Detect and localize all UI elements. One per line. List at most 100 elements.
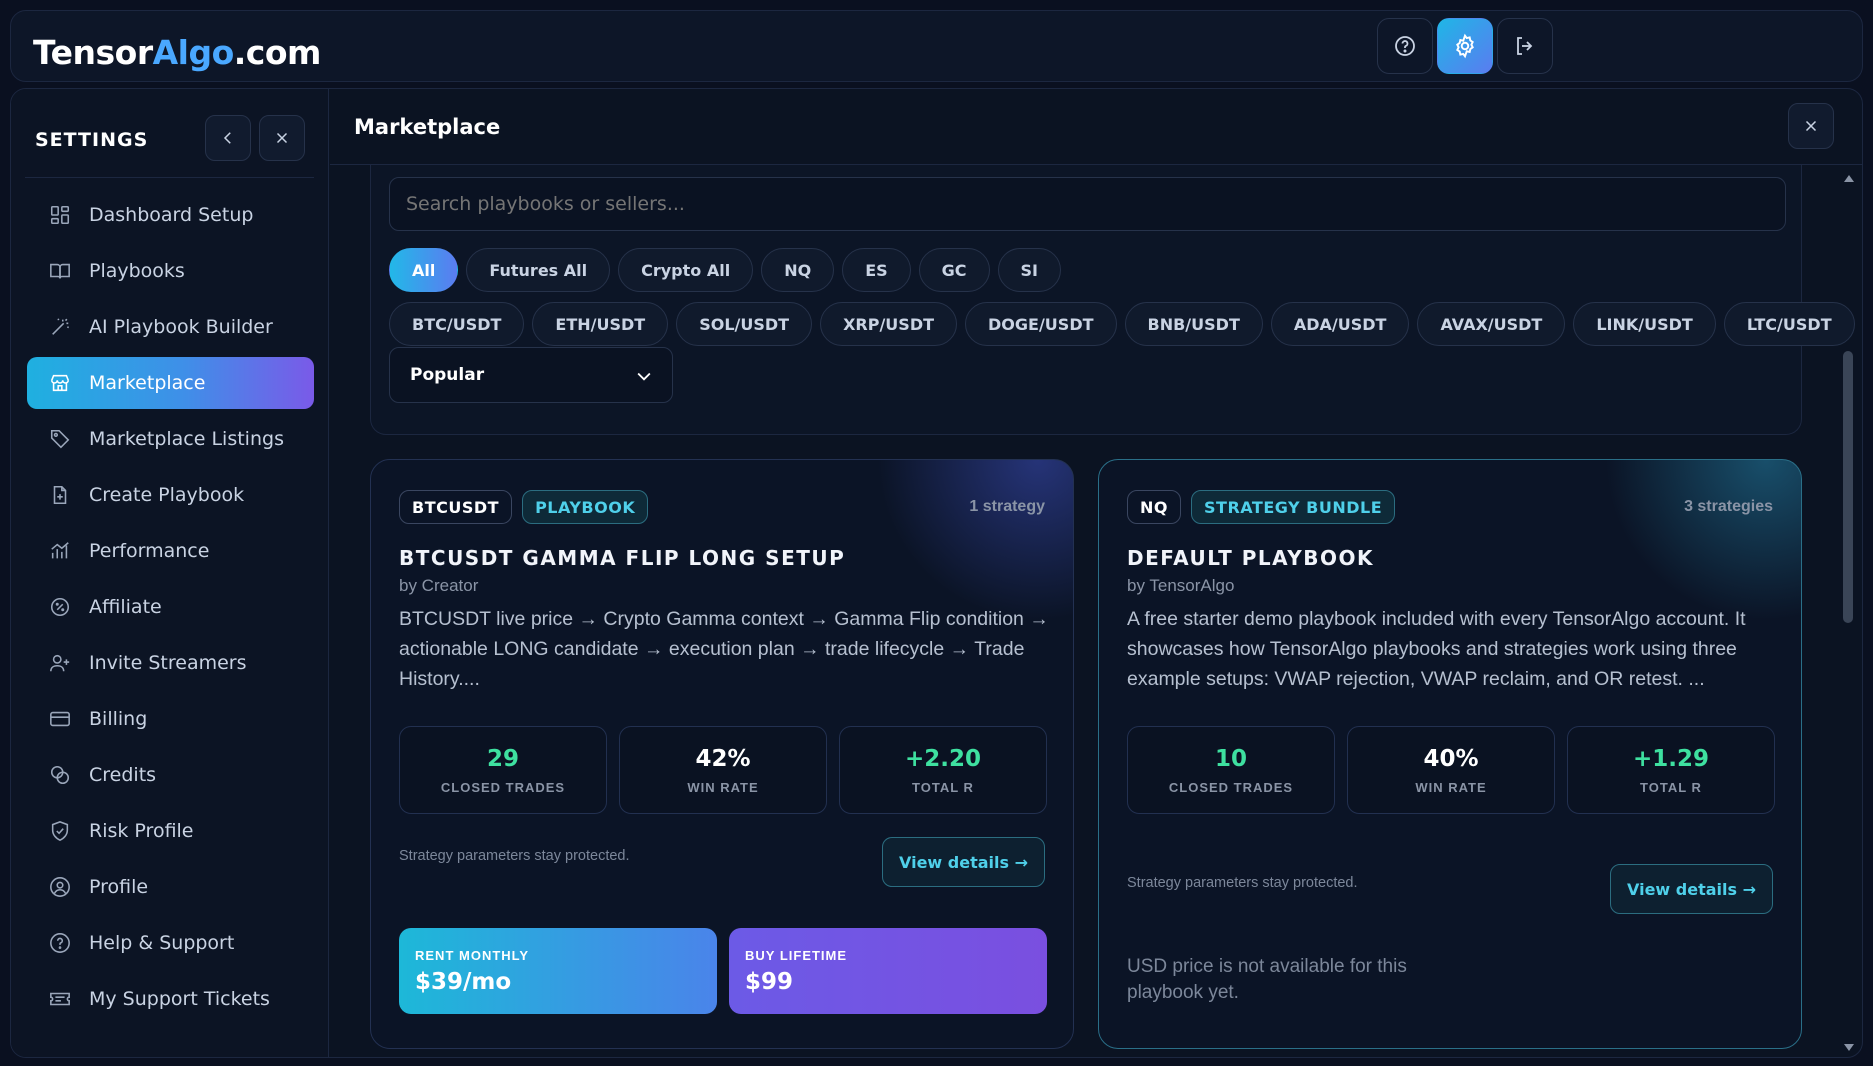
chip-all[interactable]: All [389,248,459,292]
kind-badge: PLAYBOOK [522,490,649,524]
card-stats: 10 CLOSED TRADES 40% WIN RATE +1.29 TOTA… [1127,726,1775,814]
scroll-down-icon [1844,1044,1854,1051]
chip-si[interactable]: SI [997,248,1061,292]
chip-bnb-usdt[interactable]: BNB/USDT [1124,302,1263,346]
chip-sol-usdt[interactable]: SOL/USDT [676,302,813,346]
sidebar-item-label: Invite Streamers [89,652,247,674]
shield-icon [47,818,73,844]
sidebar-item-label: AI Playbook Builder [89,316,273,338]
sidebar-item-label: Create Playbook [89,484,245,506]
card-description: A free starter demo playbook included wi… [1127,608,1746,690]
stat-closed-trades: 10 CLOSED TRADES [1127,726,1335,814]
book-icon [47,258,73,284]
sidebar-item-performance[interactable]: Performance [27,525,314,577]
chip-ada-usdt[interactable]: ADA/USDT [1270,302,1410,346]
question-circle-icon [1395,36,1415,56]
sidebar-item-playbooks[interactable]: Playbooks [27,245,314,297]
sidebar-item-risk-profile[interactable]: Risk Profile [27,805,314,857]
coins-icon [47,762,73,788]
brand-part-com: .com [233,33,322,72]
sidebar-item-label: Marketplace Listings [89,428,284,450]
sidebar-item-ai-playbook-builder[interactable]: AI Playbook Builder [27,301,314,353]
pair-chips: BTC/USDT ETH/USDT SOL/USDT XRP/USDT DOGE… [389,302,1855,346]
stat-value: 10 [1214,745,1247,772]
chip-eth-usdt[interactable]: ETH/USDT [532,302,669,346]
rent-monthly-button[interactable]: RENT MONTHLY $39/mo [399,928,717,1014]
chip-nq[interactable]: NQ [761,248,835,292]
page-title: Marketplace [354,115,501,139]
card-icon [47,706,73,732]
sidebar-item-invite-streamers[interactable]: Invite Streamers [27,637,314,689]
sidebar-item-label: Billing [89,708,148,730]
playbook-card[interactable]: NQ STRATEGY BUNDLE 3 strategies DEFAULT … [1098,459,1802,1049]
sidebar-item-marketplace[interactable]: Marketplace [27,357,314,409]
gear-icon [1456,33,1474,59]
sidebar-item-create-playbook[interactable]: Create Playbook [27,469,314,521]
chip-xrp-usdt[interactable]: XRP/USDT [820,302,958,346]
chevron-down-icon [637,372,651,381]
sidebar-item-label: Dashboard Setup [89,204,254,226]
card-title: BTCUSDT GAMMA FLIP LONG SETUP [399,546,846,570]
marketplace-main: Marketplace All Futures All Crypto All N… [330,89,1862,1057]
rent-price: $39/mo [415,969,512,995]
chip-gc[interactable]: GC [918,248,990,292]
buy-lifetime-button[interactable]: BUY LIFETIME $99 [729,928,1047,1014]
playbook-card[interactable]: BTCUSDT PLAYBOOK 1 strategy BTCUSDT GAMM… [370,459,1074,1049]
stat-label: CLOSED TRADES [1168,779,1294,795]
chip-avax-usdt[interactable]: AVAX/USDT [1417,302,1566,346]
main-header: Marketplace [330,89,1862,165]
sidebar-item-affiliate[interactable]: Affiliate [27,581,314,633]
settings-panel: SETTINGS Dashboard Setup Playbooks AI Pl… [10,88,1863,1058]
sidebar-item-label: Marketplace [89,372,206,394]
sort-select[interactable]: Popular [389,347,673,403]
stat-label: TOTAL R [1640,779,1702,795]
help-icon [47,930,73,956]
chip-es[interactable]: ES [842,248,911,292]
brand-logo[interactable]: TensorAlgo.com [33,33,321,72]
sort-value: Popular [410,365,485,385]
strategy-count: 3 strategies [1684,498,1773,515]
close-marketplace-button[interactable] [1788,103,1834,149]
sidebar-item-profile[interactable]: Profile [27,861,314,913]
sidebar-item-label: Playbooks [89,260,185,282]
sidebar-item-label: Performance [89,540,210,562]
collapse-sidebar-button[interactable] [205,115,251,161]
chip-crypto-all[interactable]: Crypto All [618,248,754,292]
sidebar-item-marketplace-listings[interactable]: Marketplace Listings [27,413,314,465]
sidebar-item-credits[interactable]: Credits [27,749,314,801]
sidebar-item-dashboard-setup[interactable]: Dashboard Setup [27,189,314,241]
protected-note: Strategy parameters stay protected. [399,848,630,864]
kind-badge: STRATEGY BUNDLE [1191,490,1396,524]
rent-label: RENT MONTHLY [415,948,530,963]
card-author: by Creator [399,576,479,595]
percent-badge-icon [47,594,73,620]
sidebar-item-billing[interactable]: Billing [27,693,314,745]
search-input[interactable] [389,177,1786,231]
chip-ltc-usdt[interactable]: LTC/USDT [1723,302,1855,346]
sidebar-item-label: My Support Tickets [89,988,270,1010]
help-button[interactable] [1377,18,1433,74]
chip-link-usdt[interactable]: LINK/USDT [1573,302,1716,346]
logout-button[interactable] [1497,18,1553,74]
card-author: by TensorAlgo [1127,576,1235,595]
card-tags: NQ STRATEGY BUNDLE [1127,490,1396,524]
close-settings-button[interactable] [259,115,305,161]
protected-note: Strategy parameters stay protected. [1127,875,1358,891]
user-plus-icon [47,650,73,676]
view-details-button[interactable]: View details → [881,837,1045,887]
chip-btc-usdt[interactable]: BTC/USDT [389,302,525,346]
sidebar-item-help-support[interactable]: Help & Support [27,917,314,969]
sidebar-item-label: Profile [89,876,149,898]
sidebar-item-my-support-tickets[interactable]: My Support Tickets [27,973,314,1025]
chip-doge-usdt[interactable]: DOGE/USDT [965,302,1117,346]
view-details-button[interactable]: View details → [1609,864,1773,914]
grid-icon [47,202,73,228]
scroll-up-icon [1844,175,1854,182]
wand-icon [47,314,73,340]
stat-win-rate: 42% WIN RATE [619,726,827,814]
settings-button[interactable] [1437,18,1493,74]
sidebar-item-label: Risk Profile [89,820,194,842]
chip-futures-all[interactable]: Futures All [466,248,611,292]
scrollbar-thumb[interactable] [1843,351,1853,623]
stat-value: +1.29 [1632,745,1710,772]
